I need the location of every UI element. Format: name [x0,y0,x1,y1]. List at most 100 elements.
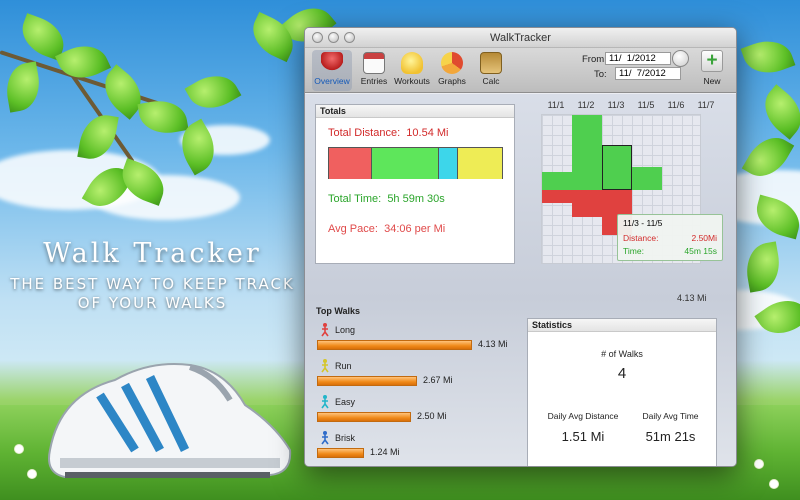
from-date-field[interactable] [605,52,671,65]
toolbar-workouts-label: Workouts [394,76,430,86]
top-walk-bar [317,412,411,422]
top-walk-name: Long [335,325,356,335]
tooltip-time: Time: 45m 15s [623,246,717,256]
to-date-field[interactable] [615,67,681,80]
top-walk-name: Easy [335,397,356,407]
toolbar-overview-label: Overview [314,76,350,86]
top-walk-value: 1.24 Mi [370,447,400,457]
new-entry-button[interactable]: + [701,50,723,72]
total-time-value: 5h 59m 30s [387,193,445,205]
chart-max-label: 4.13 Mi [677,293,707,303]
walk-count-label: # of Walks [601,349,643,359]
breakdown-segment [370,148,438,179]
minimize-window-button[interactable] [328,32,339,43]
top-walk-name: Run [335,361,352,371]
top-walk-name: Brisk [335,433,355,443]
lightbulb-icon [401,52,423,74]
runner-yellow-icon [321,359,329,373]
avg-pace-label: Avg Pace: [328,223,378,235]
top-walk-item[interactable]: Easy 2.50 Mi [315,395,515,429]
avg-time-value: 51m 21s [645,429,696,444]
from-label: From: [582,54,607,65]
toolbar-graphs-button[interactable]: Graphs [432,50,472,86]
calendar-icon [363,52,385,74]
chart-bar-positive[interactable] [572,115,602,190]
distance-breakdown-bar [328,147,503,179]
total-distance-value: 10.54 Mi [406,127,449,139]
total-time-label: Total Time: [328,193,382,205]
window-title: WalkTracker [490,32,551,44]
tooltip-distance-label: Distance: [623,233,659,243]
statistics-panel: Statistics # of Walks 4 Daily Avg Distan… [527,318,717,466]
toolbar-entries-button[interactable]: Entries [354,50,394,86]
total-distance-label: Total Distance: [328,127,401,139]
tooltip-distance-value: 2.50Mi [691,233,717,243]
chart-bar-positive[interactable] [602,144,632,190]
main-content: Totals Total Distance: 10.54 Mi Total Ti… [305,94,736,466]
chart-bar-negative[interactable] [572,190,602,218]
total-distance: Total Distance: 10.54 Mi [328,127,448,139]
toolbar-calc-label: Calc [482,76,500,86]
statistics-heading: Statistics [528,319,716,332]
chart-x-tick: 11/7 [697,100,715,110]
pie-chart-icon [441,52,463,74]
promo-subtitle-line2-text: of your WALKS [77,294,228,312]
date-stepper[interactable] [672,50,689,67]
top-walks-heading: Top Walks [316,306,361,316]
new-label: New [703,76,721,86]
pin-icon [321,52,343,74]
promo-subtitle: the best way to keep track of your WALKS [10,275,295,313]
toolbar-calc-button[interactable]: Calc [471,50,511,86]
top-walk-value: 4.13 Mi [478,339,508,349]
runner-blue-icon [321,431,329,445]
to-label: To: [594,69,607,80]
top-walk-bar [317,448,364,458]
chart-bar-positive[interactable] [632,167,662,190]
close-window-button[interactable] [312,32,323,43]
top-walk-value: 2.67 Mi [423,375,453,385]
avg-distance-label: Daily Avg Distance [547,411,619,421]
total-time: Total Time: 5h 59m 30s [328,193,445,205]
chart-x-tick: 11/3 [607,100,625,110]
breakdown-segment [437,148,457,179]
top-walk-value: 2.50 Mi [417,411,447,421]
toolbar: Overview Entries Workouts Graphs Calc Fr… [305,48,736,93]
tooltip-time-value: 45m 15s [684,246,717,256]
walk-count-value: 4 [617,365,627,382]
calculator-icon [480,52,502,74]
top-walk-item[interactable]: Long 4.13 Mi [315,323,515,357]
runner-red-icon [321,323,329,337]
app-window: WalkTracker Overview Entries Workouts Gr… [304,27,737,467]
breakdown-segment [329,148,371,179]
chart-bar-negative[interactable] [542,190,572,203]
avg-pace: Avg Pace: 34:06 per Mi [328,223,445,235]
promo-subtitle-line1: the best way to keep track [10,275,295,293]
plus-icon: + [706,50,718,71]
chart-bar-positive[interactable] [542,171,572,190]
top-walk-item[interactable]: Brisk 1.24 Mi [315,431,515,465]
breakdown-segment [457,148,502,179]
tooltip-title: 11/3 - 11/5 [623,218,663,228]
top-walk-item[interactable]: Run 2.67 Mi [315,359,515,393]
avg-pace-value: 34:06 per Mi [384,223,446,235]
chart-x-tick: 11/1 [547,100,565,110]
toolbar-overview-button[interactable]: Overview [312,50,352,91]
toolbar-workouts-button[interactable]: Workouts [392,50,432,86]
promo-title: Walk Tracker [43,238,262,269]
zoom-window-button[interactable] [344,32,355,43]
sneaker-illustration [48,363,292,479]
chart-x-tick: 11/6 [667,100,685,110]
tooltip-time-label: Time: [623,246,644,256]
chart-x-tick: 11/2 [577,100,595,110]
toolbar-entries-label: Entries [360,76,388,86]
avg-distance-value: 1.51 Mi [561,429,605,444]
toolbar-graphs-label: Graphs [438,76,466,86]
avg-time-label: Daily Avg Time [642,411,699,421]
chart-x-tick: 11/5 [637,100,655,110]
chart-tooltip: 11/3 - 11/5 Distance: 2.50Mi Time: 45m 1… [617,214,723,261]
totals-heading: Totals [316,105,514,118]
window-titlebar[interactable]: WalkTracker [305,28,736,48]
top-walk-bar [317,340,472,350]
runner-cyan-icon [321,395,329,409]
promo-subtitle-line2: of your WALKS [10,294,295,313]
